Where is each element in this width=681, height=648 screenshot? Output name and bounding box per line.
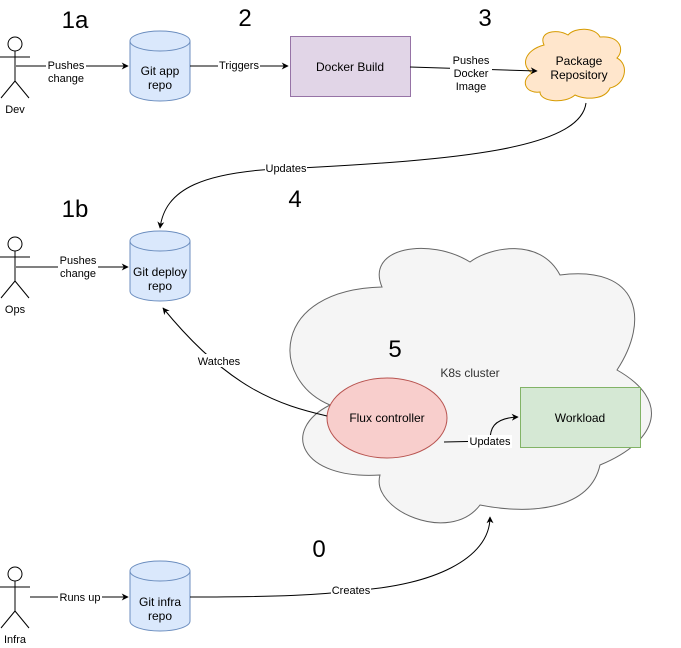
actor-ops-label: Ops bbox=[5, 304, 26, 316]
k8s-cluster-cloud[interactable] bbox=[289, 247, 652, 524]
git-infra-repo-label-2: repo bbox=[148, 609, 172, 623]
edge-label-pkg-updates: Updates bbox=[266, 163, 307, 175]
step-4: 4 bbox=[288, 186, 301, 213]
edge-label-dev-pushes-2: change bbox=[48, 73, 84, 85]
edge-label-runs-up: Runs up bbox=[60, 592, 101, 604]
step-0: 0 bbox=[312, 536, 325, 563]
edge-label-dev-pushes-1: Pushes bbox=[48, 60, 85, 72]
git-app-repo-label-2: repo bbox=[148, 78, 172, 92]
k8s-cluster-label: K8s cluster bbox=[440, 366, 499, 380]
edge-label-build-push-3: Image bbox=[456, 81, 487, 93]
edge-label-ops-pushes-2: change bbox=[60, 268, 96, 280]
package-repository-label-1: Package bbox=[556, 54, 603, 68]
infra-actor-icon bbox=[0, 566, 30, 629]
docker-build-label: Docker Build bbox=[316, 60, 384, 74]
workload-label: Workload bbox=[555, 411, 605, 425]
edge-label-build-push-2: Docker bbox=[454, 68, 489, 80]
edge-package-to-deploy-repo[interactable] bbox=[157, 102, 587, 229]
git-deploy-repo-label-1: Git deploy bbox=[133, 265, 187, 279]
flux-controller-label: Flux controller bbox=[349, 411, 424, 425]
edge-label-flux-updates: Updates bbox=[470, 436, 511, 448]
edge-label-triggers: Triggers bbox=[219, 60, 259, 72]
step-1a: 1a bbox=[62, 7, 89, 34]
gitops-diagram: 1a 2 3 1b 4 5 0 Dev Ops Infra Git app re… bbox=[0, 5, 652, 646]
edge-label-build-push-1: Pushes bbox=[453, 55, 490, 67]
git-deploy-repo-label-2: repo bbox=[148, 279, 172, 293]
package-repository-label-2: Repository bbox=[550, 68, 607, 82]
edge-label-ops-pushes-1: Pushes bbox=[60, 255, 97, 267]
actor-dev-label: Dev bbox=[5, 104, 25, 116]
git-app-repo-label-1: Git app bbox=[141, 64, 180, 78]
dev-actor-icon bbox=[0, 36, 30, 99]
git-infra-repo-label-1: Git infra bbox=[139, 595, 181, 609]
edge-label-watches: Watches bbox=[198, 356, 241, 368]
step-5: 5 bbox=[388, 336, 401, 363]
step-1b: 1b bbox=[62, 196, 89, 223]
step-3: 3 bbox=[478, 5, 491, 32]
actor-infra-label: Infra bbox=[4, 634, 27, 646]
step-2: 2 bbox=[238, 5, 251, 32]
edge-label-creates: Creates bbox=[332, 585, 371, 597]
